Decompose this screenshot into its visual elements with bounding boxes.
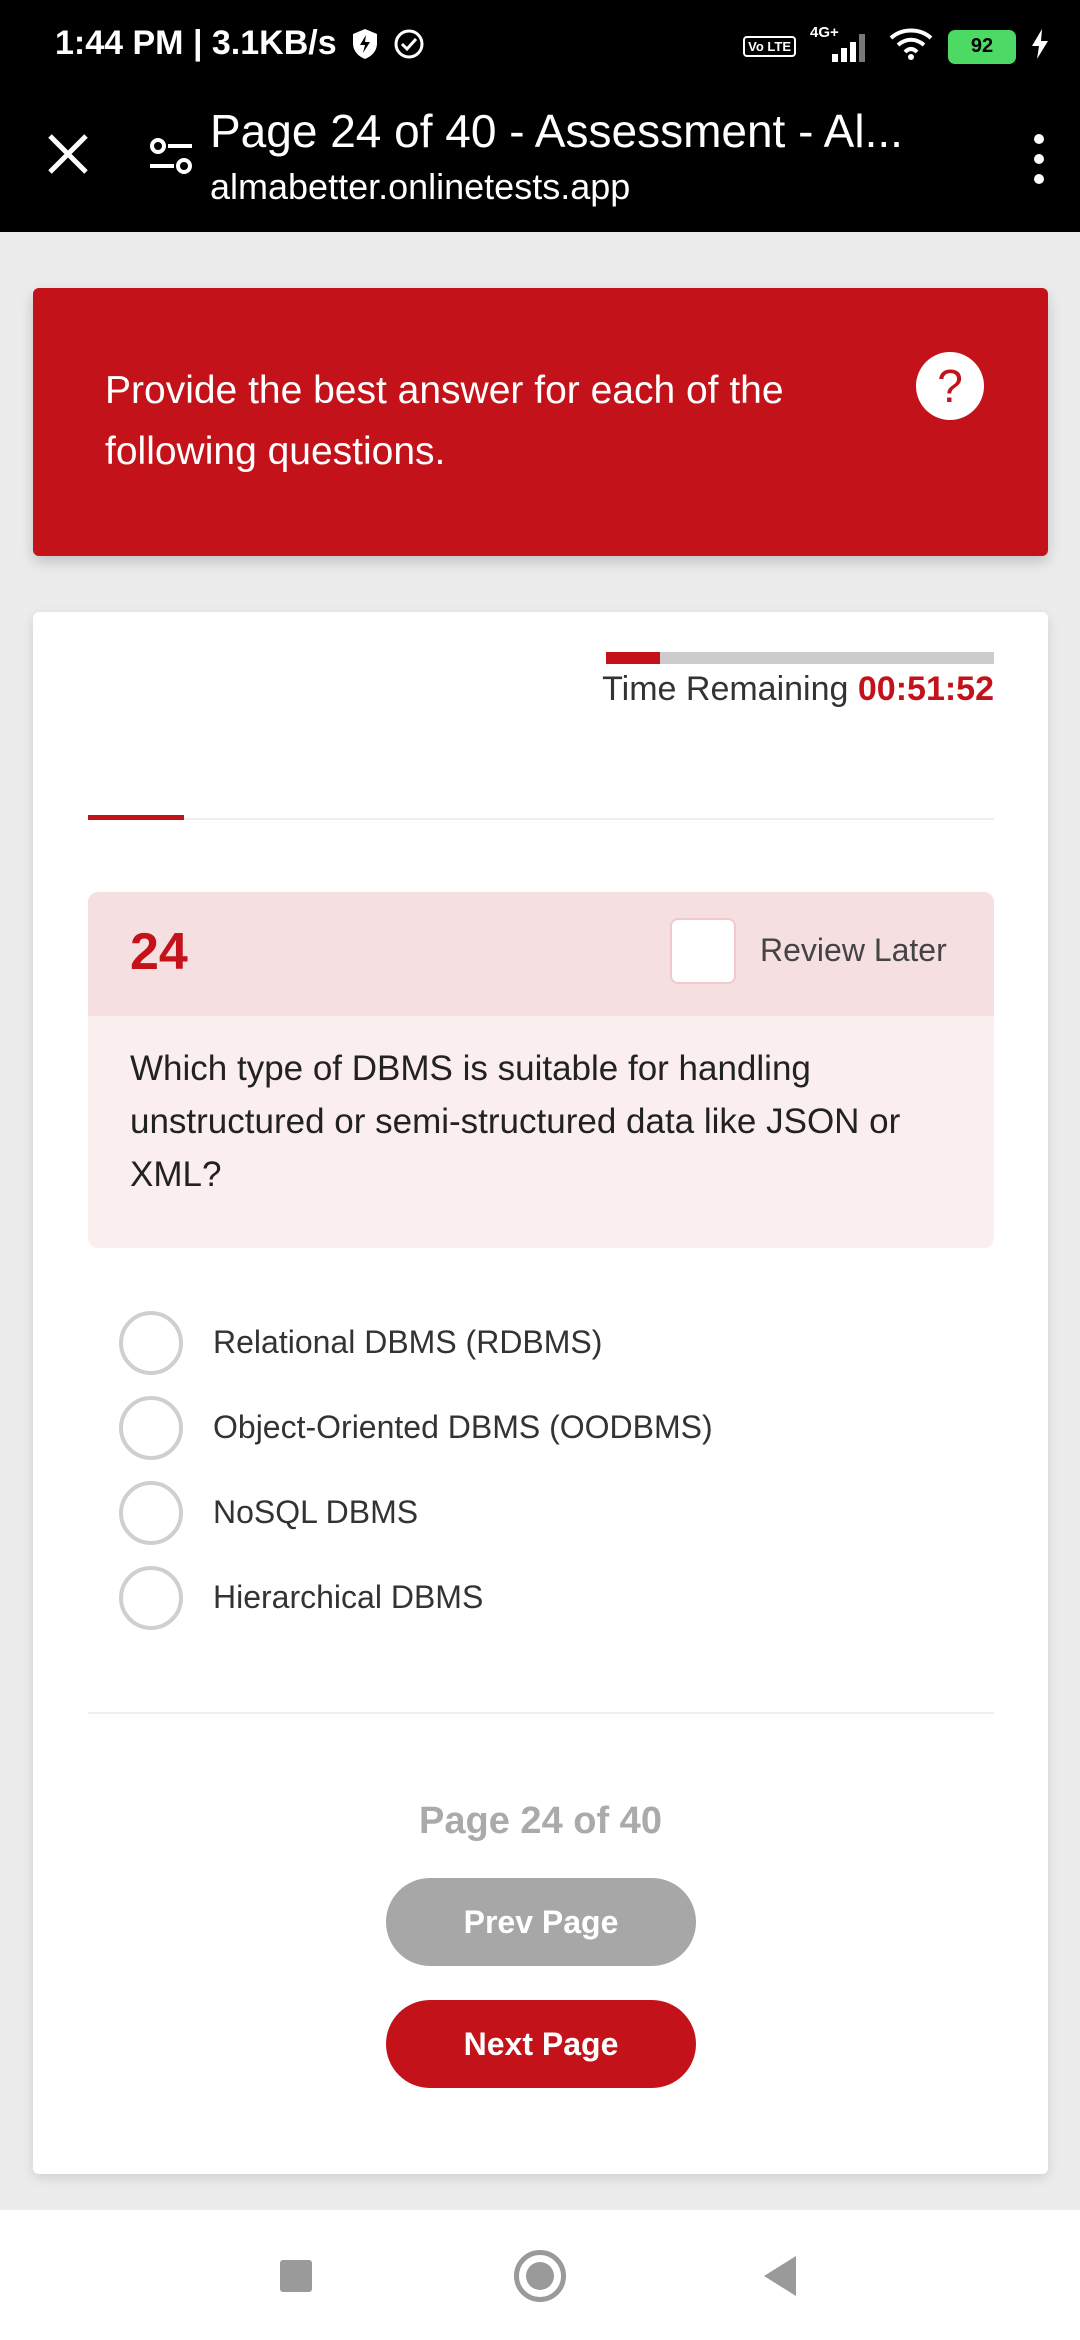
next-page-button[interactable]: Next Page — [386, 2000, 696, 2088]
answer-options: Relational DBMS (RDBMS) Object-Oriented … — [119, 1300, 979, 1640]
status-right: Vo LTE 4G+ 92 — [743, 24, 1050, 67]
volte-label: Vo LTE — [748, 39, 791, 54]
footer-divider — [88, 1712, 994, 1714]
recent-apps-icon[interactable] — [280, 2260, 312, 2292]
option-label[interactable]: Hierarchical DBMS — [213, 1579, 483, 1616]
question-card: Time Remaining 00:51:52 24 Review Later … — [33, 612, 1048, 2174]
question-body: Which type of DBMS is suitable for handl… — [88, 1016, 994, 1248]
back-icon[interactable] — [760, 2254, 800, 2298]
answer-option[interactable]: Relational DBMS (RDBMS) — [119, 1300, 979, 1385]
help-glyph: ? — [937, 360, 963, 412]
charging-icon — [1030, 28, 1050, 65]
radio-button[interactable] — [119, 1310, 183, 1375]
section-indicator — [88, 815, 184, 820]
wifi-icon — [888, 26, 934, 67]
review-later-checkbox[interactable] — [670, 918, 736, 984]
answer-option[interactable]: Hierarchical DBMS — [119, 1555, 979, 1640]
site-settings-icon[interactable] — [148, 132, 194, 182]
question-number: 24 — [130, 923, 188, 981]
answer-option[interactable]: NoSQL DBMS — [119, 1470, 979, 1555]
browser-page-title: Page 24 of 40 - Assessment - Al... — [210, 105, 903, 157]
signal-icon: 4G+ — [810, 24, 874, 64]
radio-button[interactable] — [119, 1480, 183, 1545]
browser-url[interactable]: almabetter.onlinetests.app — [210, 166, 630, 208]
question-text: Which type of DBMS is suitable for handl… — [130, 1049, 901, 1194]
status-left: 1:44 PM | 3.1KB/s — [55, 24, 425, 63]
answer-option[interactable]: Object-Oriented DBMS (OODBMS) — [119, 1385, 979, 1470]
timer-value: 00:51:52 — [857, 670, 994, 708]
status-time-speed: 1:44 PM | 3.1KB/s — [55, 24, 337, 62]
help-icon[interactable]: ? — [916, 352, 984, 420]
section-divider — [88, 818, 994, 820]
system-navigation-bar — [0, 2210, 1080, 2340]
radio-button[interactable] — [119, 1395, 183, 1460]
battery-level: 92 — [970, 35, 994, 57]
timer-label: Time Remaining — [602, 670, 849, 708]
option-label[interactable]: Object-Oriented DBMS (OODBMS) — [213, 1409, 713, 1446]
page-indicator: Page 24 of 40 — [419, 1800, 662, 1842]
timer-progress-bar — [606, 652, 994, 664]
instruction-banner: Provide the best answer for each of the … — [33, 288, 1048, 556]
prev-page-button[interactable]: Prev Page — [386, 1878, 696, 1966]
check-circle-icon — [393, 28, 425, 60]
volte-icon: Vo LTE — [743, 36, 796, 57]
home-icon[interactable] — [514, 2250, 566, 2302]
timer-progress-fill — [606, 652, 661, 664]
instruction-text: Provide the best answer for each of the … — [105, 369, 784, 473]
timer: Time Remaining 00:51:52 — [602, 670, 994, 709]
radio-button[interactable] — [119, 1565, 183, 1630]
question-header: 24 Review Later — [88, 892, 994, 1016]
option-label[interactable]: NoSQL DBMS — [213, 1494, 418, 1531]
option-label[interactable]: Relational DBMS (RDBMS) — [213, 1324, 602, 1361]
more-options-icon[interactable] — [1024, 124, 1054, 194]
status-bar: 1:44 PM | 3.1KB/s Vo LTE 4G+ 92 — [0, 0, 1080, 96]
battery-icon: 92 — [948, 29, 1016, 64]
review-later-label[interactable]: Review Later — [760, 932, 947, 969]
shield-bolt-icon — [351, 28, 379, 60]
browser-toolbar: Page 24 of 40 - Assessment - Al... almab… — [0, 96, 1080, 232]
close-icon[interactable] — [40, 126, 96, 182]
